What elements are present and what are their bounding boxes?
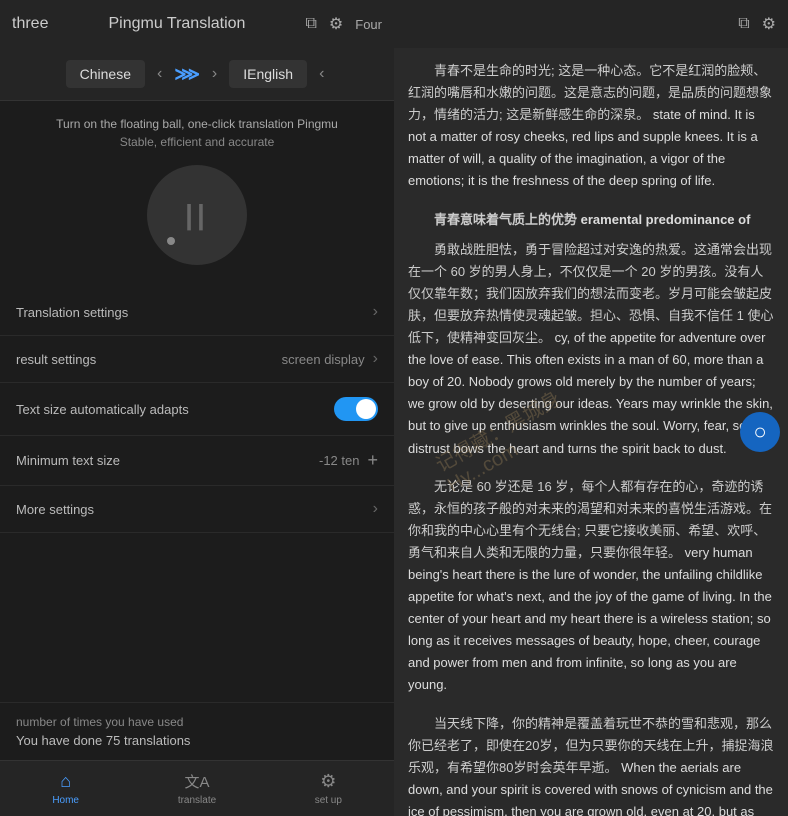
para-1-text: 青春不是生命的时光; 这是一种心态。它不是红润的脸颊、红润的嘴唇和水嫩的问题。这… xyxy=(408,60,774,193)
right-gear-icon[interactable]: ⚙ xyxy=(762,14,776,34)
more-settings-label: More settings xyxy=(16,502,94,517)
right-content: 记得藏：黑城身Hy...com 青春不是生命的时光; 这是一种心态。它不是红润的… xyxy=(394,48,788,816)
source-prev-arrow[interactable]: ‹ xyxy=(153,63,166,85)
copy-icon[interactable]: ⧉ xyxy=(305,15,316,33)
floating-ball-demo[interactable]: || xyxy=(147,165,247,265)
setup-label: set up xyxy=(315,795,342,806)
swap-language-button[interactable]: ⋙ xyxy=(174,64,200,85)
paragraph-4: 当天线下降，你的精神是覆盖着玩世不恭的雪和悲观，那么你已经老了，即使在20岁，但… xyxy=(408,713,774,816)
left-header: three Pingmu Translation ⧉ ⚙ Four xyxy=(0,0,394,48)
home-label: Home xyxy=(52,795,79,806)
min-text-size-value: -12 ten xyxy=(319,453,359,468)
header-three-label: three xyxy=(12,15,48,33)
text-size-adapt-label: Text size automatically adapts xyxy=(16,402,189,417)
settings-gear-icon[interactable]: ⚙ xyxy=(329,14,343,34)
target-prev-arrow[interactable]: ‹ xyxy=(315,63,328,85)
translate-label: translate xyxy=(178,795,216,806)
para-4-text: 当天线下降，你的精神是覆盖着玩世不恭的雪和悲观，那么你已经老了，即使在20岁，但… xyxy=(408,713,774,816)
chevron-right-icon2: › xyxy=(373,350,378,368)
para-2-heading: 青春意味着气质上的优势 eramental predominance of xyxy=(408,209,774,231)
result-settings-right: screen display › xyxy=(282,350,378,368)
right-copy-icon[interactable]: ⧉ xyxy=(738,15,749,33)
paragraph-1: 青春不是生命的时光; 这是一种心态。它不是红润的脸颊、红润的嘴唇和水嫩的问题。这… xyxy=(408,60,774,193)
para-2-en: cy, of the appetite for adventure over t… xyxy=(408,330,773,455)
promo-line2: Stable, efficient and accurate xyxy=(16,135,378,149)
source-next-arrow[interactable]: › xyxy=(208,63,221,85)
paragraph-2: 青春意味着气质上的优势 eramental predominance of 勇敢… xyxy=(408,209,774,460)
min-text-size-item[interactable]: Minimum text size -12 ten + xyxy=(0,436,394,486)
app-title: Pingmu Translation xyxy=(108,15,245,33)
fab-circle-icon: ○ xyxy=(753,419,766,445)
usage-label: number of times you have used xyxy=(16,715,378,729)
min-text-size-right: -12 ten + xyxy=(319,450,378,471)
para-3-en: very human being's heart there is the lu… xyxy=(408,545,772,693)
nav-home[interactable]: ⌂ Home xyxy=(0,761,131,816)
para-2-heading-zh: 青春意味着气质上的优势 xyxy=(434,212,577,227)
more-settings-item[interactable]: More settings › xyxy=(0,486,394,533)
chevron-right-icon3: › xyxy=(373,500,378,518)
result-settings-label: result settings xyxy=(16,352,96,367)
header-four-label: Four xyxy=(355,17,382,32)
nav-setup[interactable]: ⚙ set up xyxy=(263,761,394,816)
promo-line1: Turn on the floating ball, one-click tra… xyxy=(16,117,378,131)
promo-section: Turn on the floating ball, one-click tra… xyxy=(0,101,394,289)
chevron-right-icon: › xyxy=(373,303,378,321)
para-2-heading-en: eramental predominance of xyxy=(581,212,751,227)
language-selector: Chinese ‹ ⋙ › IEnglish ‹ xyxy=(0,48,394,101)
usage-section: number of times you have used You have d… xyxy=(0,702,394,760)
translation-settings-item[interactable]: Translation settings › xyxy=(0,289,394,336)
bottom-nav: ⌂ Home 文A translate ⚙ set up xyxy=(0,760,394,816)
source-language[interactable]: Chinese xyxy=(66,60,145,88)
translation-settings-label: Translation settings xyxy=(16,305,128,320)
right-panel-wrapper: 记得藏：黑城身Hy...com 青春不是生命的时光; 这是一种心态。它不是红润的… xyxy=(394,48,788,816)
result-settings-value: screen display xyxy=(282,352,365,367)
para-2-body: 勇敢战胜胆怯，勇于冒险超过对安逸的热爱。这通常会出现在一个 60 岁的男人身上，… xyxy=(408,239,774,460)
usage-count: You have done 75 translations xyxy=(16,733,378,748)
left-panel: three Pingmu Translation ⧉ ⚙ Four Chines… xyxy=(0,0,394,816)
para-3-text: 无论是 60 岁还是 16 岁，每个人都有存在的心，奇迹的诱惑，永恒的孩子般的对… xyxy=(408,476,774,697)
right-panel: ⧉ ⚙ 记得藏：黑城身Hy...com 青春不是生命的时光; 这是一种心态。它不… xyxy=(394,0,788,816)
plus-icon[interactable]: + xyxy=(367,450,378,471)
text-size-adapt-item[interactable]: Text size automatically adapts xyxy=(0,383,394,436)
translate-icon: 文A xyxy=(184,771,209,792)
pause-icon: || xyxy=(185,199,209,231)
paragraph-3: 无论是 60 岁还是 16 岁，每个人都有存在的心，奇迹的诱惑，永恒的孩子般的对… xyxy=(408,476,774,697)
left-header-icons: ⧉ ⚙ Four xyxy=(305,14,382,34)
right-header: ⧉ ⚙ xyxy=(394,0,788,48)
fab-right-button[interactable]: ○ xyxy=(740,412,780,452)
result-settings-item[interactable]: result settings screen display › xyxy=(0,336,394,383)
ball-dot xyxy=(167,237,175,245)
home-icon: ⌂ xyxy=(60,771,71,792)
text-size-toggle[interactable] xyxy=(334,397,378,421)
setup-icon: ⚙ xyxy=(320,771,336,792)
nav-translate[interactable]: 文A translate xyxy=(131,761,262,816)
target-language[interactable]: IEnglish xyxy=(229,60,307,88)
min-text-size-label: Minimum text size xyxy=(16,453,120,468)
settings-list: Translation settings › result settings s… xyxy=(0,289,394,702)
